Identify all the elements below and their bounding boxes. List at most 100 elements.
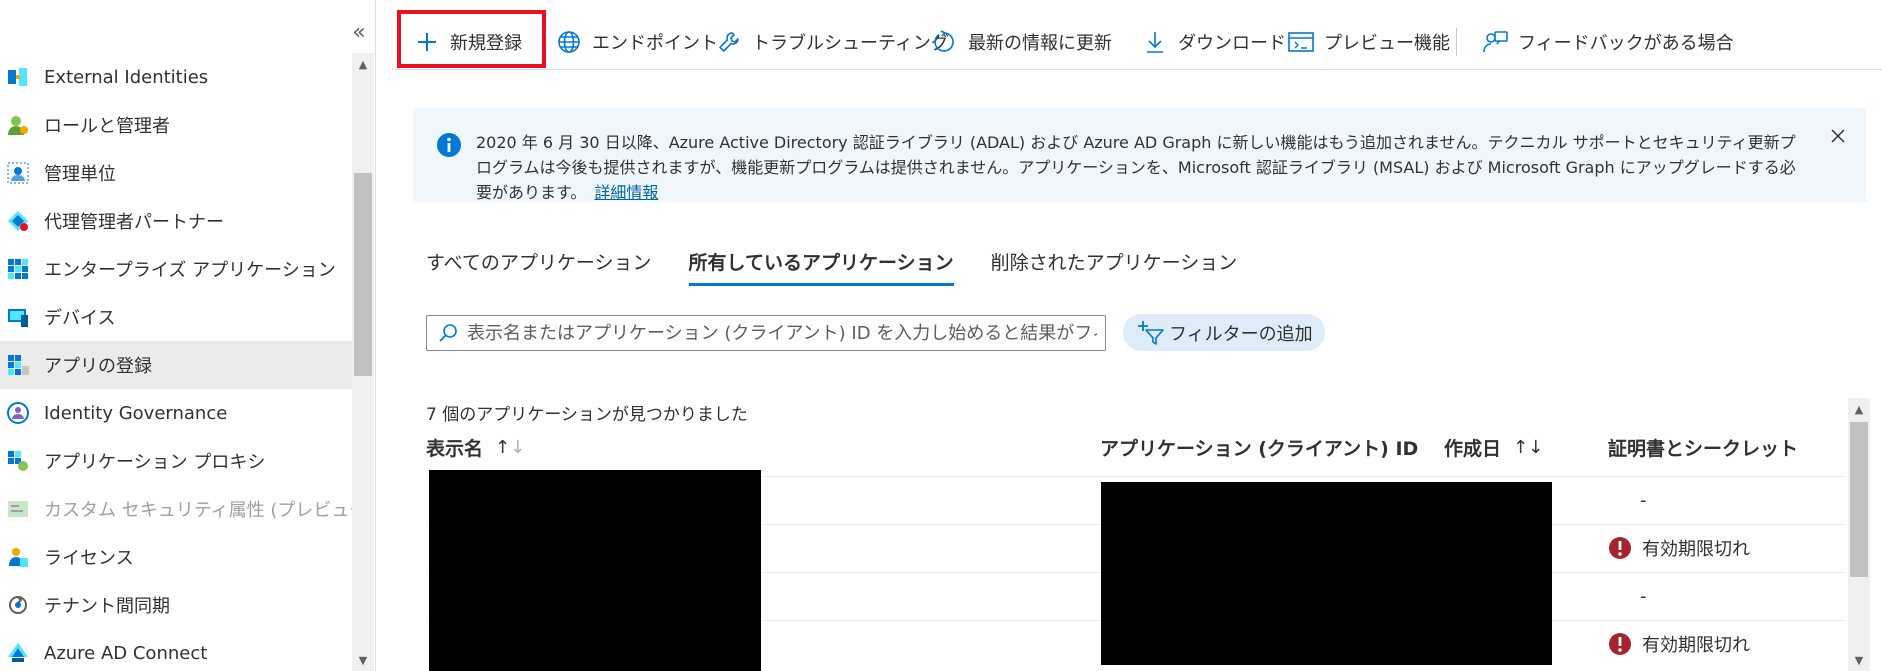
error-icon bbox=[1609, 537, 1631, 559]
banner-message: 2020 年 6 月 30 日以降、Azure Active Directory… bbox=[476, 130, 1806, 205]
deprecation-banner: 2020 年 6 月 30 日以降、Azure Active Directory… bbox=[413, 108, 1866, 202]
sidebar-item-label: Azure AD Connect bbox=[44, 642, 208, 664]
table-row[interactable]: 有効期限切れ bbox=[1608, 620, 1750, 668]
sidebar-item-azure-ad-connect[interactable]: Azure AD Connect bbox=[0, 629, 352, 671]
redacted-app-ids bbox=[1101, 482, 1552, 665]
sidebar-item-label: テナント間同期 bbox=[44, 596, 170, 617]
sidebar-item-app-registrations[interactable]: アプリの登録 bbox=[0, 341, 352, 389]
close-icon[interactable] bbox=[1826, 124, 1850, 148]
sidebar-item-label: External Identities bbox=[44, 66, 209, 88]
sidebar-item-roles-admins[interactable]: ロールと管理者 bbox=[0, 101, 352, 149]
certs-status-text: 有効期限切れ bbox=[1642, 635, 1750, 656]
preview-features-button[interactable]: プレビュー機能 bbox=[1288, 18, 1450, 66]
app-tabs: すべてのアプリケーション 所有しているアプリケーション 削除されたアプリケーショ… bbox=[426, 240, 1274, 288]
sidebar-item-delegated-admin-partners[interactable]: 代理管理者パートナー bbox=[0, 197, 352, 245]
sidebar-item-label: 管理単位 bbox=[44, 164, 116, 185]
refresh-button[interactable]: 最新の情報に更新 bbox=[932, 18, 1112, 66]
plus-icon bbox=[414, 29, 440, 55]
column-header-display-name[interactable]: 表示名 ↑↓ bbox=[426, 434, 525, 461]
download-icon bbox=[1142, 29, 1168, 55]
refresh-icon bbox=[932, 29, 958, 55]
sidebar-item-label: 代理管理者パートナー bbox=[44, 212, 224, 233]
scroll-up-arrow-icon[interactable]: ▲ bbox=[1848, 398, 1870, 420]
sidebar-nav: External Identities ロールと管理者 管理単位 代理管理者パー… bbox=[0, 53, 374, 671]
azure-ad-connect-icon bbox=[6, 641, 30, 665]
certs-status-text: - bbox=[1640, 489, 1647, 511]
preview-features-label: プレビュー機能 bbox=[1324, 33, 1450, 54]
table-scrollbar-thumb[interactable] bbox=[1850, 422, 1868, 577]
sort-icon[interactable]: ↑↓ bbox=[495, 437, 525, 458]
cross-tenant-sync-icon bbox=[6, 593, 30, 617]
new-registration-label: 新規登録 bbox=[450, 33, 522, 54]
learn-more-link[interactable]: 詳細情報 bbox=[594, 183, 658, 202]
search-box bbox=[426, 315, 1106, 351]
column-header-app-id[interactable]: アプリケーション (クライアント) ID bbox=[1100, 434, 1418, 461]
sidebar-item-devices[interactable]: デバイス bbox=[0, 293, 352, 341]
banner-text: 2020 年 6 月 30 日以降、Azure Active Directory… bbox=[476, 133, 1796, 202]
custom-security-attributes-icon bbox=[6, 497, 30, 521]
table-row[interactable]: 有効期限切れ bbox=[1608, 524, 1750, 572]
sidebar-scrollbar-thumb[interactable] bbox=[354, 173, 372, 376]
sidebar-item-identity-governance[interactable]: Identity Governance bbox=[0, 389, 352, 437]
preview-features-icon bbox=[1288, 29, 1314, 55]
endpoints-label: エンドポイント bbox=[592, 33, 718, 54]
tab-all-applications[interactable]: すべてのアプリケーション bbox=[426, 240, 652, 288]
new-registration-button[interactable]: 新規登録 bbox=[414, 18, 522, 66]
table-scrollbar[interactable]: ▲ ▼ bbox=[1848, 398, 1870, 671]
sidebar-scrollbar[interactable]: ▲ ▼ bbox=[352, 53, 374, 671]
sidebar: « External Identities ロールと管理者 管理単位 代理管理者… bbox=[0, 0, 376, 671]
globe-icon bbox=[556, 29, 582, 55]
feedback-icon bbox=[1482, 29, 1508, 55]
feedback-button[interactable]: フィードバックがある場合 bbox=[1482, 18, 1734, 66]
column-header-certs-secrets[interactable]: 証明書とシークレット bbox=[1608, 434, 1798, 461]
collapse-sidebar-icon[interactable]: « bbox=[349, 22, 369, 46]
wrench-icon bbox=[716, 29, 742, 55]
sidebar-item-label: カスタム セキュリティ属性 (プレビュー) bbox=[44, 500, 375, 521]
sidebar-item-label: アプリケーション プロキシ bbox=[44, 452, 266, 473]
app-registrations-page: « External Identities ロールと管理者 管理単位 代理管理者… bbox=[0, 0, 1882, 671]
feedback-label: フィードバックがある場合 bbox=[1518, 33, 1734, 54]
admin-units-icon bbox=[6, 161, 30, 185]
sort-icon[interactable]: ↑↓ bbox=[1513, 437, 1543, 458]
sidebar-item-licenses[interactable]: ライセンス bbox=[0, 533, 352, 581]
error-icon bbox=[1609, 633, 1631, 655]
redacted-display-names bbox=[429, 470, 761, 671]
identity-governance-icon bbox=[6, 401, 30, 425]
scroll-up-arrow-icon[interactable]: ▲ bbox=[352, 53, 374, 75]
devices-icon bbox=[6, 305, 30, 329]
column-header-label: 証明書とシークレット bbox=[1608, 438, 1799, 460]
applications-table: 表示名 ↑↓ アプリケーション (クライアント) ID 作成日 ↑↓ 証明書とシ… bbox=[426, 428, 1846, 671]
sidebar-item-external-identities[interactable]: External Identities bbox=[0, 53, 352, 101]
search-input[interactable] bbox=[467, 322, 1097, 344]
sidebar-item-custom-security-attributes[interactable]: カスタム セキュリティ属性 (プレビュー) bbox=[0, 485, 374, 533]
troubleshooting-label: トラブルシューティング bbox=[752, 33, 949, 54]
troubleshooting-button[interactable]: トラブルシューティング bbox=[716, 18, 949, 66]
scroll-down-arrow-icon[interactable]: ▼ bbox=[1848, 649, 1870, 671]
enterprise-apps-icon bbox=[6, 257, 30, 281]
scroll-down-arrow-icon[interactable]: ▼ bbox=[352, 649, 374, 671]
sidebar-item-cross-tenant-sync[interactable]: テナント間同期 bbox=[0, 581, 352, 629]
add-filter-label: フィルターの追加 bbox=[1169, 323, 1313, 345]
tab-owned-applications[interactable]: 所有しているアプリケーション bbox=[688, 240, 954, 288]
download-button[interactable]: ダウンロード bbox=[1142, 18, 1286, 66]
sort-down-glyph: ↓ bbox=[1528, 437, 1544, 458]
sidebar-item-admin-units[interactable]: 管理単位 bbox=[0, 149, 352, 197]
sidebar-item-app-proxy[interactable]: アプリケーション プロキシ bbox=[0, 437, 352, 485]
tab-deleted-applications[interactable]: 削除されたアプリケーション bbox=[991, 240, 1238, 288]
table-row[interactable]: - bbox=[1608, 572, 1647, 620]
sidebar-item-enterprise-apps[interactable]: エンタープライズ アプリケーション bbox=[0, 245, 352, 293]
sort-up-glyph: ↑ bbox=[495, 437, 511, 458]
refresh-label: 最新の情報に更新 bbox=[968, 33, 1112, 54]
endpoints-button[interactable]: エンドポイント bbox=[556, 18, 718, 66]
add-filter-button[interactable]: フィルターの追加 bbox=[1123, 314, 1325, 351]
download-label: ダウンロード bbox=[1178, 33, 1286, 54]
table-row[interactable]: - bbox=[1608, 476, 1647, 524]
command-bar: 新規登録 エンドポイント トラブルシューティング 最新の情報に更新 ダウンロード bbox=[392, 0, 1882, 70]
sidebar-item-label: エンタープライズ アプリケーション bbox=[44, 260, 336, 281]
certs-status-text: - bbox=[1640, 585, 1647, 607]
external-identities-icon bbox=[6, 65, 30, 89]
toolbar-divider bbox=[1456, 28, 1457, 56]
search-icon bbox=[435, 320, 461, 346]
info-icon bbox=[436, 132, 462, 158]
column-header-created[interactable]: 作成日 ↑↓ bbox=[1444, 434, 1543, 461]
